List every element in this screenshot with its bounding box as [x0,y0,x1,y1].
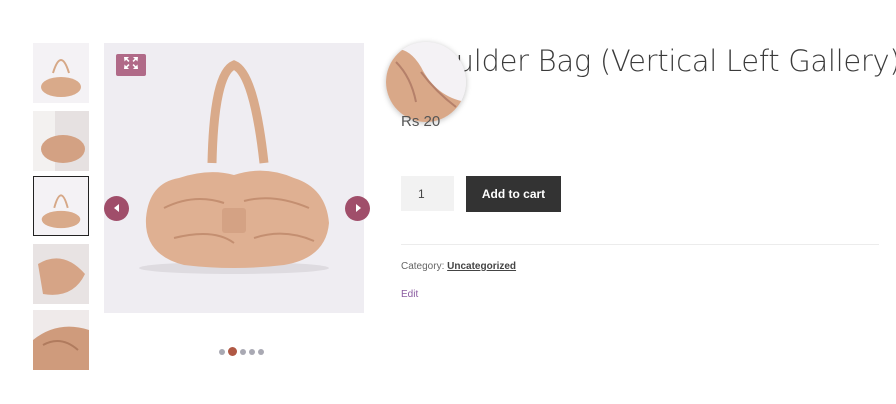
slide-dot[interactable] [240,348,246,355]
slide-dot-active[interactable] [228,347,237,356]
category-label: Category: [401,261,445,272]
add-to-cart-button[interactable]: Add to cart [466,176,561,212]
product-title: Shoulder Bag (Vertical Left Gallery) [402,44,896,78]
quantity-input[interactable] [401,176,454,211]
thumbnail-5[interactable] [33,310,89,370]
zoom-lens [386,42,466,122]
slide-dot[interactable] [249,348,255,355]
category-link[interactable]: Uncategorized [447,261,516,272]
expand-icon [123,56,139,75]
divider [401,244,879,245]
thumbnail-1[interactable] [33,43,89,103]
slide-indicator [219,347,264,356]
chevron-left-icon [112,200,122,218]
main-product-image[interactable] [104,43,364,313]
previous-image-button[interactable] [104,196,129,221]
product-price: Rs 20 [401,113,441,130]
zoom-button[interactable] [116,54,146,76]
thumbnail-2[interactable] [33,111,89,171]
next-image-button[interactable] [345,196,370,221]
chevron-right-icon [353,200,363,218]
edit-link[interactable]: Edit [401,289,418,300]
thumbnail-4[interactable] [33,244,89,304]
product-meta: Category: Uncategorized [401,261,516,272]
thumbnail-3[interactable] [33,176,89,236]
slide-dot[interactable] [219,348,225,355]
slide-dot[interactable] [258,348,264,355]
